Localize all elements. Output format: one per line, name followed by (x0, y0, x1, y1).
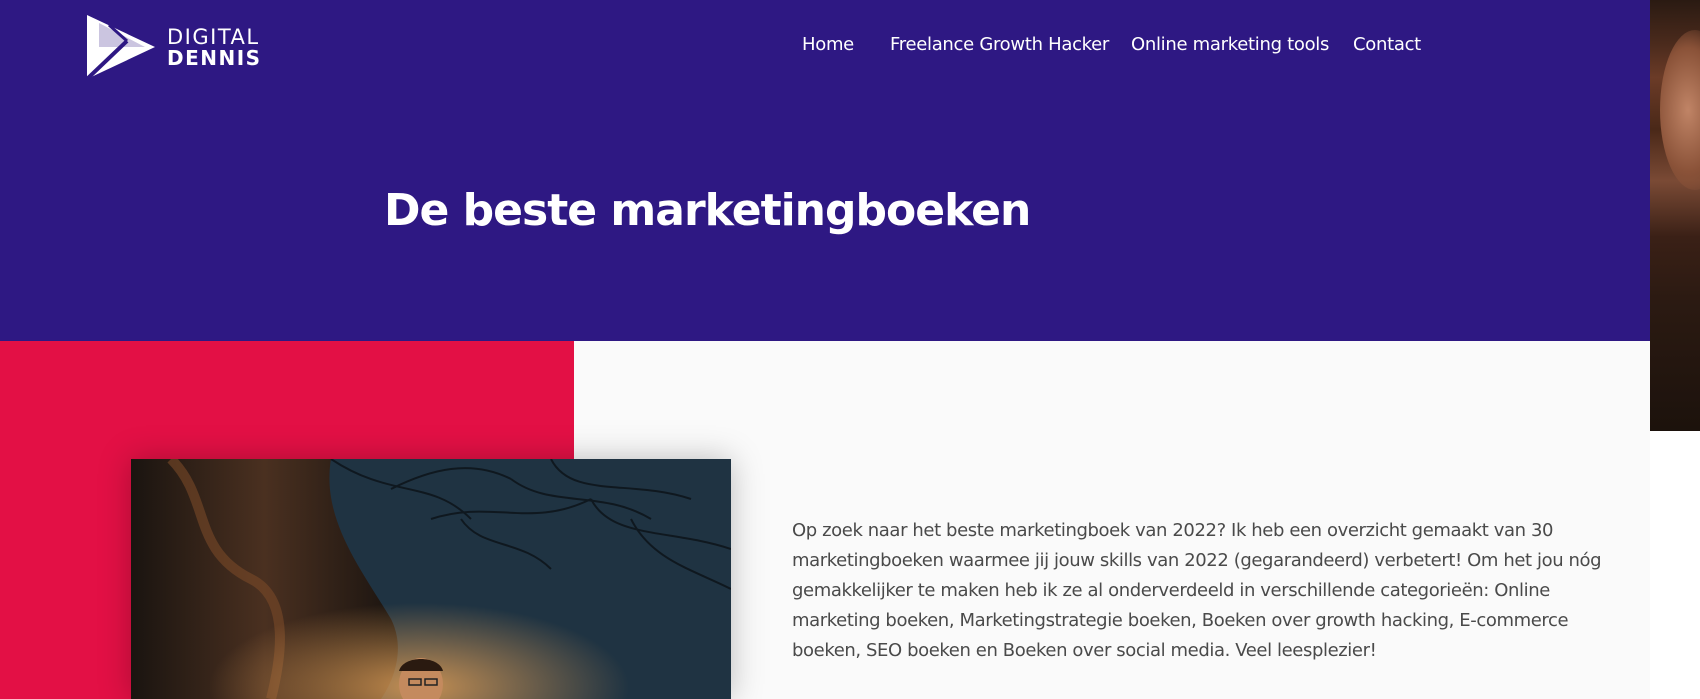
site-logo[interactable]: DIGITAL DENNIS (87, 15, 260, 79)
nav-item-online-marketing-tools[interactable]: Online marketing tools (1131, 34, 1329, 55)
nav-item-contact[interactable]: Contact (1353, 34, 1421, 55)
logo-wordmark: DIGITAL DENNIS (167, 27, 262, 69)
hero-photo (131, 459, 731, 699)
photo-scene (131, 459, 731, 699)
side-portrait-photo (1650, 0, 1700, 431)
logo-line-digital: DIGITAL (167, 25, 260, 49)
triangle-play-logo-icon (87, 15, 155, 79)
page: DIGITAL DENNIS Home Freelance Growth Hac… (0, 0, 1650, 699)
nav-item-home[interactable]: Home (802, 34, 854, 55)
page-title: De beste marketingboeken (384, 185, 1031, 236)
intro-paragraph: Op zoek naar het beste marketingboek van… (792, 520, 1602, 661)
site-header: DIGITAL DENNIS Home Freelance Growth Hac… (0, 0, 1650, 341)
logo-line-dennis: DENNIS (167, 46, 262, 70)
nav-item-freelance-growth-hacker[interactable]: Freelance Growth Hacker (890, 34, 1109, 55)
portrait-face (1660, 30, 1700, 190)
